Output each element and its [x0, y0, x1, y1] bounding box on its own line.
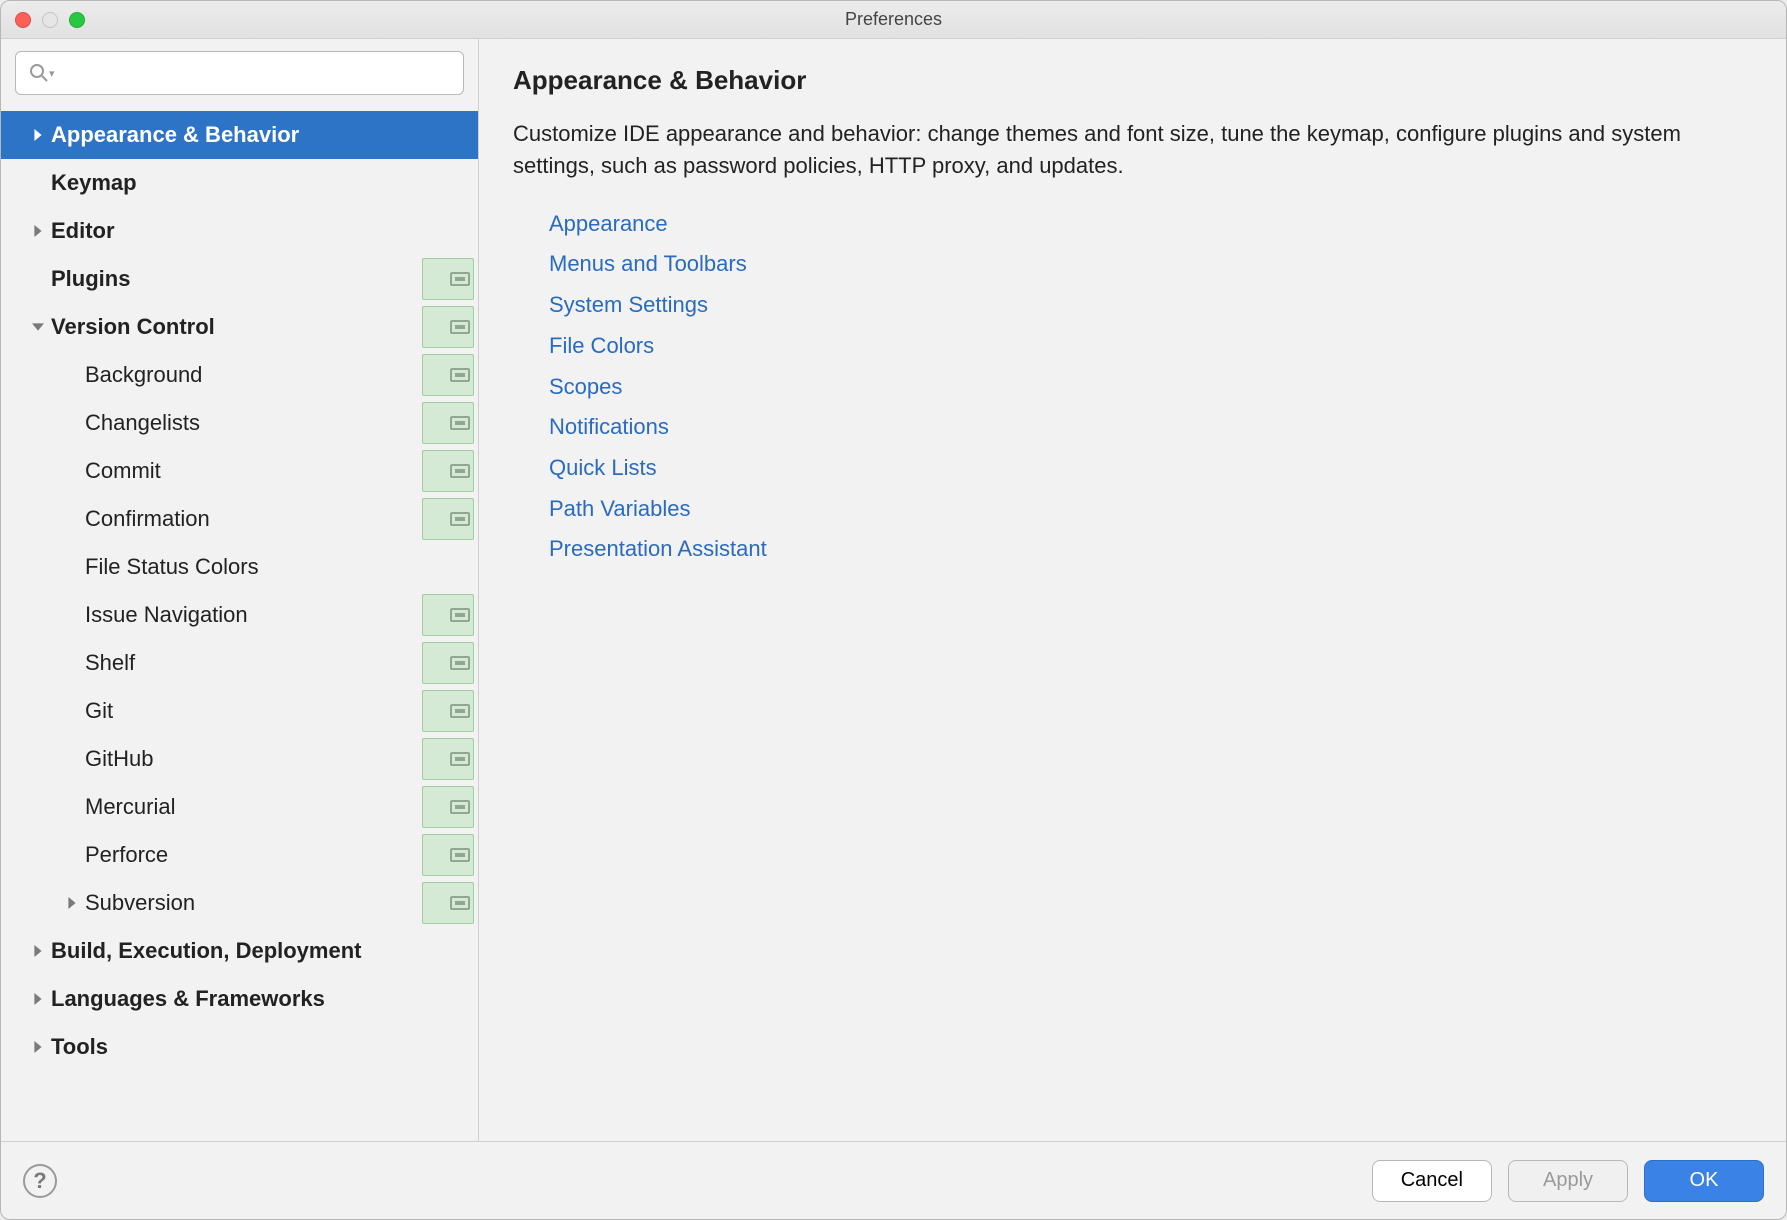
- search-field: ▾: [15, 51, 464, 95]
- chevron-right-icon[interactable]: [25, 993, 51, 1005]
- project-level-icon: [450, 272, 470, 286]
- cancel-button[interactable]: Cancel: [1372, 1160, 1492, 1202]
- tree-item-label: Subversion: [85, 890, 442, 916]
- search-input[interactable]: [15, 51, 464, 95]
- tree-item[interactable]: Issue Navigation: [1, 591, 478, 639]
- window-title: Preferences: [1, 9, 1786, 30]
- tree-item-label: Keymap: [51, 170, 470, 196]
- tree-item[interactable]: Plugins: [1, 255, 478, 303]
- search-icon: ▾: [27, 61, 55, 85]
- page-link[interactable]: Appearance: [549, 204, 1752, 245]
- project-level-icon: [450, 464, 470, 478]
- sidebar: ▾ Appearance & Behavior Keymap Editor Plugi…: [1, 39, 479, 1141]
- page-title: Appearance & Behavior: [513, 65, 1752, 96]
- project-level-icon: [450, 368, 470, 382]
- tree-item-label: Perforce: [85, 842, 442, 868]
- page-link[interactable]: Presentation Assistant: [549, 529, 1752, 570]
- tree-item[interactable]: Editor: [1, 207, 478, 255]
- tree-item[interactable]: Git: [1, 687, 478, 735]
- page-link[interactable]: Quick Lists: [549, 448, 1752, 489]
- tree-item-label: Build, Execution, Deployment: [51, 938, 470, 964]
- tree-item[interactable]: Keymap: [1, 159, 478, 207]
- tree-item[interactable]: Tools: [1, 1023, 478, 1071]
- tree-item[interactable]: Background: [1, 351, 478, 399]
- tree-item[interactable]: Version Control: [1, 303, 478, 351]
- chevron-right-icon[interactable]: [25, 945, 51, 957]
- tree-item-label: Version Control: [51, 314, 442, 340]
- chevron-right-icon[interactable]: [25, 1041, 51, 1053]
- project-level-icon: [450, 896, 470, 910]
- page-link[interactable]: System Settings: [549, 285, 1752, 326]
- tree-item-label: Languages & Frameworks: [51, 986, 470, 1012]
- tree-item-label: Plugins: [51, 266, 442, 292]
- tree-item-label: Tools: [51, 1034, 470, 1060]
- tree-item[interactable]: Subversion: [1, 879, 478, 927]
- tree-item-label: Confirmation: [85, 506, 442, 532]
- project-level-icon: [450, 752, 470, 766]
- tree-item[interactable]: File Status Colors: [1, 543, 478, 591]
- page-link[interactable]: Scopes: [549, 367, 1752, 408]
- help-button[interactable]: ?: [23, 1164, 57, 1198]
- project-level-icon: [450, 320, 470, 334]
- tree-item-label: Appearance & Behavior: [51, 122, 470, 148]
- project-level-icon: [450, 656, 470, 670]
- tree-item[interactable]: Build, Execution, Deployment: [1, 927, 478, 975]
- page-link[interactable]: Path Variables: [549, 489, 1752, 530]
- search-wrap: ▾: [1, 39, 478, 105]
- tree-item-label: Commit: [85, 458, 442, 484]
- project-level-icon: [450, 704, 470, 718]
- settings-tree[interactable]: Appearance & Behavior Keymap Editor Plugins…: [1, 105, 478, 1141]
- tree-item-label: Issue Navigation: [85, 602, 442, 628]
- tree-item[interactable]: GitHub: [1, 735, 478, 783]
- tree-item-label: GitHub: [85, 746, 442, 772]
- tree-item[interactable]: Shelf: [1, 639, 478, 687]
- dialog-footer: ? Cancel Apply OK: [1, 1141, 1786, 1219]
- tree-item-label: Changelists: [85, 410, 442, 436]
- chevron-right-icon[interactable]: [25, 129, 51, 141]
- tree-item[interactable]: Perforce: [1, 831, 478, 879]
- tree-item[interactable]: Commit: [1, 447, 478, 495]
- page-link[interactable]: Notifications: [549, 407, 1752, 448]
- tree-item-label: Editor: [51, 218, 470, 244]
- preferences-window: Preferences ▾ Appearance & Behavior Keyma…: [0, 0, 1787, 1220]
- chevron-down-icon[interactable]: [25, 321, 51, 333]
- tree-item-label: Git: [85, 698, 442, 724]
- project-level-icon: [450, 512, 470, 526]
- chevron-right-icon[interactable]: [59, 897, 85, 909]
- tree-item[interactable]: Languages & Frameworks: [1, 975, 478, 1023]
- ok-button[interactable]: OK: [1644, 1160, 1764, 1202]
- titlebar: Preferences: [1, 1, 1786, 39]
- page-link[interactable]: Menus and Toolbars: [549, 244, 1752, 285]
- tree-item[interactable]: Confirmation: [1, 495, 478, 543]
- content-area: Appearance & Behavior Customize IDE appe…: [479, 39, 1786, 1141]
- apply-button[interactable]: Apply: [1508, 1160, 1628, 1202]
- page-links: AppearanceMenus and ToolbarsSystem Setti…: [513, 204, 1752, 570]
- project-level-icon: [450, 416, 470, 430]
- project-level-icon: [450, 608, 470, 622]
- chevron-right-icon[interactable]: [25, 225, 51, 237]
- tree-item-label: Background: [85, 362, 442, 388]
- tree-item-label: Mercurial: [85, 794, 442, 820]
- page-description: Customize IDE appearance and behavior: c…: [513, 118, 1693, 182]
- tree-item-label: File Status Colors: [85, 554, 470, 580]
- project-level-icon: [450, 800, 470, 814]
- tree-item-label: Shelf: [85, 650, 442, 676]
- project-level-icon: [450, 848, 470, 862]
- tree-item[interactable]: Changelists: [1, 399, 478, 447]
- dialog-body: ▾ Appearance & Behavior Keymap Editor Plugi…: [1, 39, 1786, 1141]
- tree-item[interactable]: Appearance & Behavior: [1, 111, 478, 159]
- tree-item[interactable]: Mercurial: [1, 783, 478, 831]
- page-link[interactable]: File Colors: [549, 326, 1752, 367]
